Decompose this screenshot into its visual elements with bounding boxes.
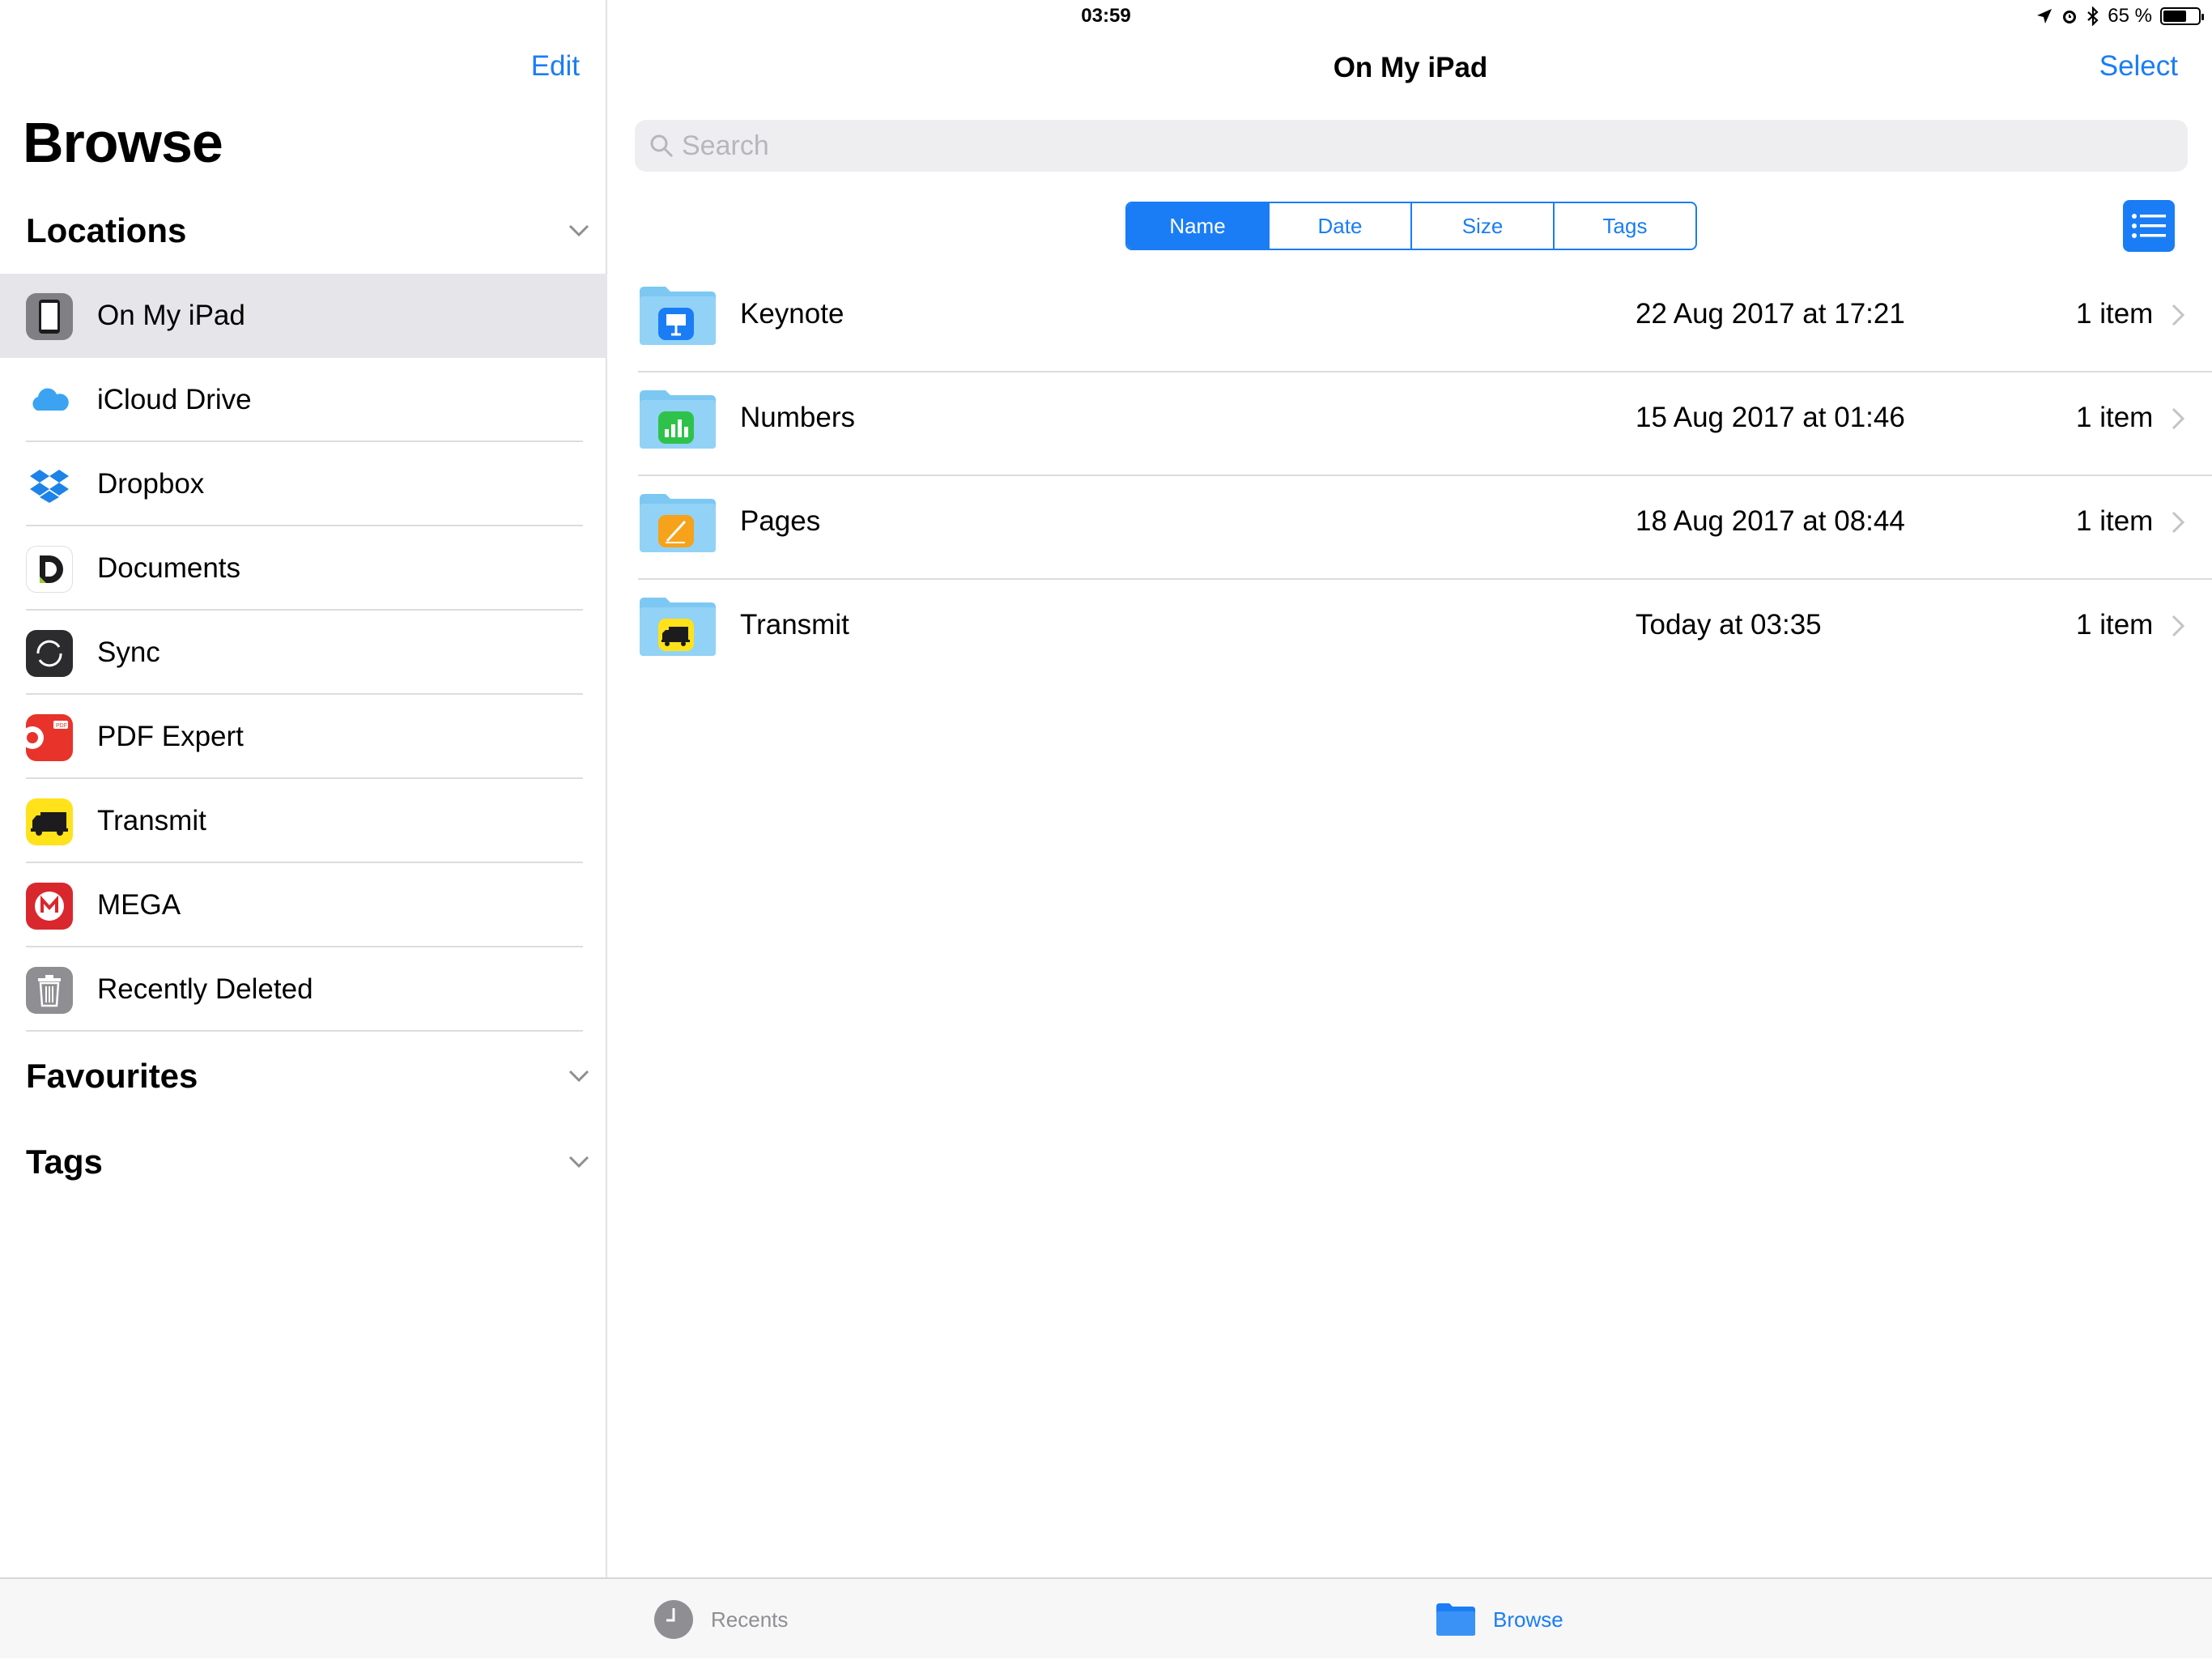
sidebar-item-label: Transmit — [97, 805, 206, 836]
dropbox-icon — [26, 462, 73, 509]
chevron-right-icon — [2172, 304, 2185, 326]
section-locations-header[interactable]: Locations — [26, 202, 593, 259]
sidebar-item-label: MEGA — [97, 889, 181, 921]
sidebar-item-sync[interactable]: Sync — [0, 611, 607, 695]
file-date: 15 Aug 2017 at 01:46 — [1636, 402, 1905, 433]
file-row-transmit[interactable]: Transmit Today at 03:35 1 item — [638, 580, 2212, 683]
sort-name-button[interactable]: Name — [1127, 203, 1270, 249]
sidebar-item-dropbox[interactable]: Dropbox — [0, 442, 607, 526]
file-date: 18 Aug 2017 at 08:44 — [1636, 505, 1905, 537]
chevron-right-icon — [2172, 407, 2185, 430]
sidebar-item-pdf-expert[interactable]: PDF PDF Expert — [0, 695, 607, 779]
folder-icon — [640, 287, 716, 345]
folder-icon — [640, 390, 716, 449]
transmit-icon — [26, 798, 73, 845]
trash-icon — [26, 967, 73, 1014]
tab-bar: Recents Browse — [0, 1577, 2212, 1658]
divider — [26, 1030, 583, 1032]
file-row-pages[interactable]: Pages 18 Aug 2017 at 08:44 1 item — [638, 476, 2212, 580]
sidebar-item-mega[interactable]: MEGA — [0, 863, 607, 947]
sidebar-item-transmit[interactable]: Transmit — [0, 779, 607, 863]
main-pane: On My iPad Select Name Date Size Tags Ke… — [609, 0, 2212, 1577]
file-list: Keynote 22 Aug 2017 at 17:21 1 item Numb… — [638, 269, 2212, 683]
file-count: 1 item — [2076, 505, 2154, 537]
locations-list: On My iPad iCloud Drive Dropbox Document… — [0, 274, 607, 1032]
mega-icon — [26, 883, 73, 930]
sidebar-item-label: Dropbox — [97, 468, 205, 500]
section-favourites-header[interactable]: Favourites — [26, 1048, 593, 1105]
sidebar-title: Browse — [23, 111, 223, 174]
documents-icon — [26, 546, 73, 593]
chevron-down-icon[interactable] — [565, 1062, 593, 1090]
tab-browse-label: Browse — [1493, 1607, 1563, 1632]
section-locations-label: Locations — [26, 211, 187, 249]
search-input[interactable] — [682, 130, 2139, 162]
tab-recents-label: Recents — [711, 1607, 789, 1632]
sync-icon — [26, 630, 73, 677]
sidebar-item-recently-deleted[interactable]: Recently Deleted — [0, 947, 607, 1032]
list-view-button[interactable] — [2123, 200, 2175, 252]
sidebar-item-label: On My iPad — [97, 300, 245, 331]
file-date: Today at 03:35 — [1636, 609, 1822, 641]
chevron-right-icon — [2172, 615, 2185, 637]
edit-button[interactable]: Edit — [531, 50, 580, 83]
folder-icon — [1436, 1603, 1475, 1636]
sort-tags-button[interactable]: Tags — [1555, 203, 1695, 249]
file-name: Pages — [740, 505, 821, 537]
file-count: 1 item — [2076, 402, 2154, 433]
page-title: On My iPad — [1333, 52, 1488, 83]
section-tags-label: Tags — [26, 1143, 103, 1181]
ipad-icon — [26, 293, 73, 340]
transmit-icon — [658, 619, 694, 651]
sort-size-button[interactable]: Size — [1412, 203, 1555, 249]
svg-text:PDF: PDF — [56, 723, 67, 729]
sidebar-item-documents[interactable]: Documents — [0, 526, 607, 611]
search-icon — [650, 134, 674, 158]
folder-icon — [640, 494, 716, 552]
file-count: 1 item — [2076, 609, 2154, 641]
icloud-icon — [26, 377, 73, 424]
tab-recents[interactable]: Recents — [653, 1579, 788, 1660]
sidebar: Edit Browse Locations On My iPad iCloud … — [0, 0, 607, 1577]
sort-date-button[interactable]: Date — [1270, 203, 1412, 249]
sidebar-item-label: iCloud Drive — [97, 384, 252, 415]
chevron-down-icon[interactable] — [565, 1148, 593, 1176]
file-row-keynote[interactable]: Keynote 22 Aug 2017 at 17:21 1 item — [638, 269, 2212, 372]
chevron-down-icon[interactable] — [565, 217, 593, 245]
sidebar-item-label: Recently Deleted — [97, 973, 313, 1005]
file-name: Keynote — [740, 298, 844, 330]
sidebar-item-label: Documents — [97, 552, 241, 584]
keynote-icon — [658, 308, 694, 340]
section-favourites-label: Favourites — [26, 1057, 198, 1095]
file-count: 1 item — [2076, 298, 2154, 330]
file-row-numbers[interactable]: Numbers 15 Aug 2017 at 01:46 1 item — [638, 372, 2212, 476]
pdf-expert-icon: PDF — [26, 714, 73, 761]
search-bar[interactable] — [635, 120, 2188, 172]
tab-browse[interactable]: Browse — [1435, 1579, 1563, 1660]
select-button[interactable]: Select — [2099, 50, 2178, 83]
file-name: Transmit — [740, 609, 849, 641]
clock-icon — [654, 1600, 693, 1639]
file-name: Numbers — [740, 402, 855, 433]
folder-icon — [640, 598, 716, 656]
sidebar-item-label: Sync — [97, 636, 160, 668]
sidebar-item-on-my-ipad[interactable]: On My iPad — [0, 274, 607, 358]
numbers-icon — [658, 411, 694, 444]
sidebar-item-label: PDF Expert — [97, 721, 244, 752]
chevron-right-icon — [2172, 511, 2185, 534]
file-date: 22 Aug 2017 at 17:21 — [1636, 298, 1905, 330]
sort-segmented-control: Name Date Size Tags — [1125, 202, 1697, 250]
list-icon — [2132, 214, 2166, 238]
pages-icon — [658, 515, 694, 547]
section-tags-header[interactable]: Tags — [26, 1134, 593, 1190]
sidebar-item-icloud-drive[interactable]: iCloud Drive — [0, 358, 607, 442]
